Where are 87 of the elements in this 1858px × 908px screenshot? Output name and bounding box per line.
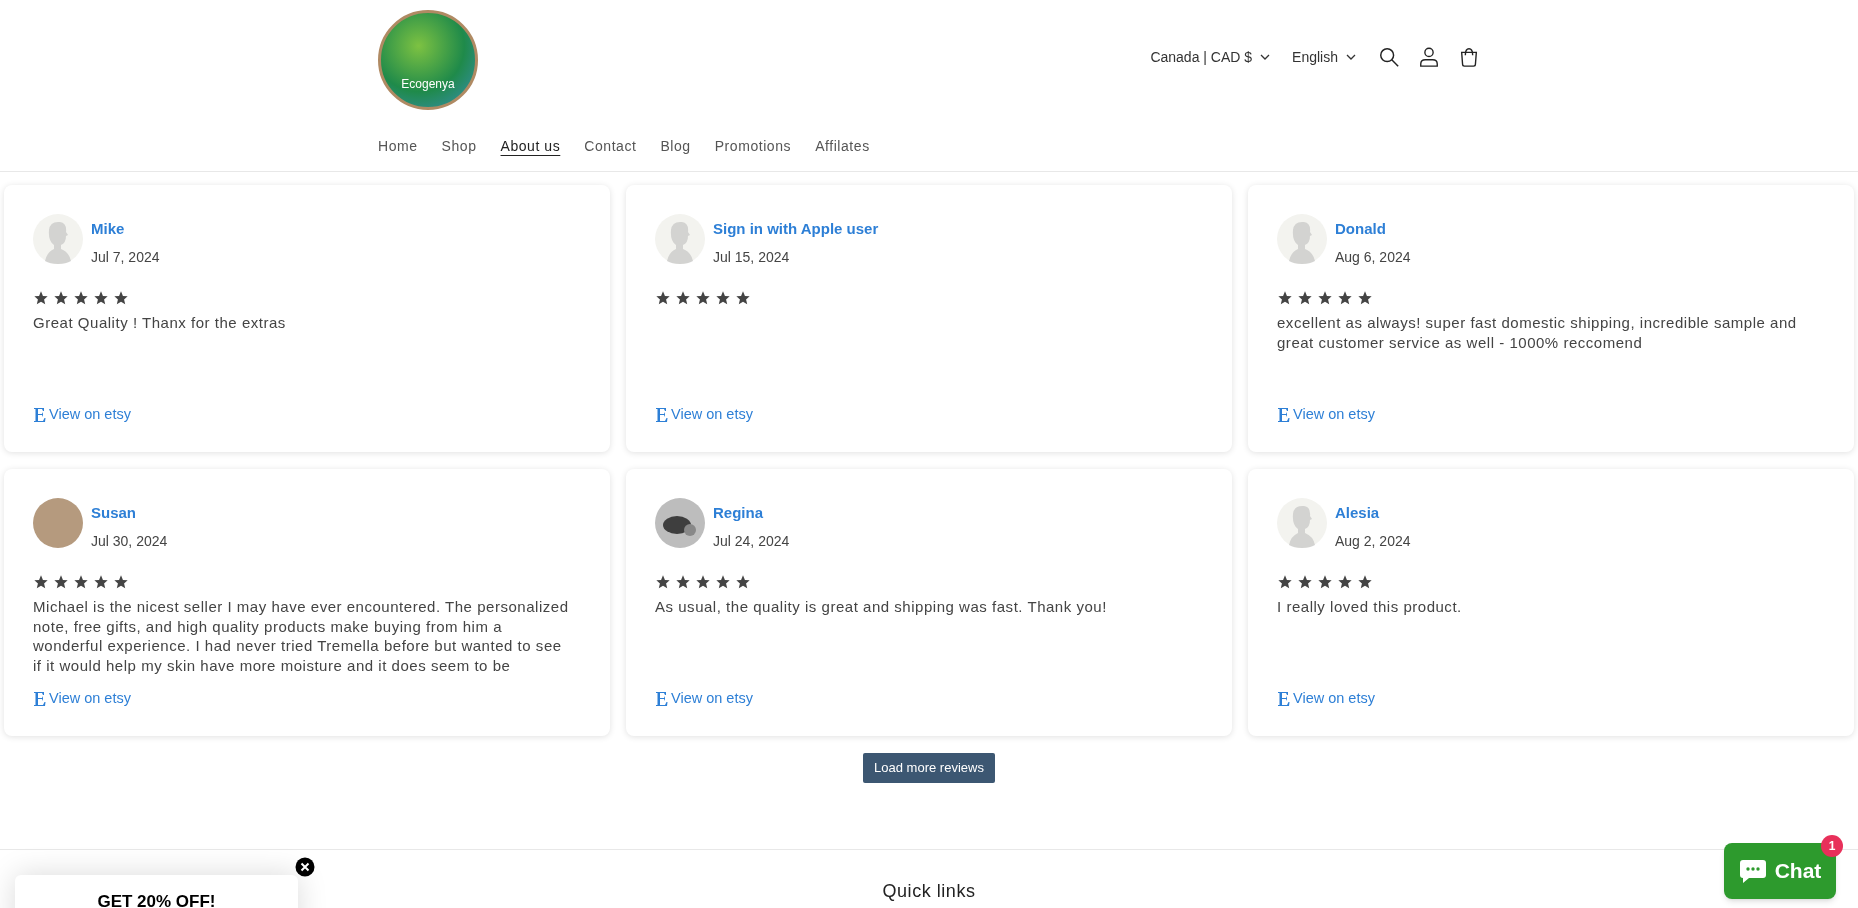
star-icon bbox=[715, 290, 731, 306]
reviewer-name: Alesia bbox=[1335, 503, 1381, 523]
review-date: Jul 30, 2024 bbox=[91, 532, 168, 551]
star-icon bbox=[53, 290, 69, 306]
etsy-link[interactable]: View on etsy bbox=[655, 688, 1203, 710]
star-icon bbox=[735, 290, 751, 306]
star-icon bbox=[695, 574, 711, 590]
etsy-e-icon bbox=[655, 691, 668, 708]
star-icon bbox=[1357, 574, 1373, 590]
star-icon bbox=[93, 574, 109, 590]
reviewer-name: Regina bbox=[713, 503, 764, 523]
review-text: excellent as always! super fast domestic shipping, incredible sample and great customer service as well - 1000% reccomend bbox=[1277, 313, 1798, 352]
etsy-e-icon bbox=[655, 407, 668, 424]
star-icon bbox=[675, 290, 691, 306]
nav-link[interactable]: Promotions bbox=[714, 136, 792, 157]
caret-icon bbox=[1346, 54, 1356, 60]
star-icon bbox=[655, 290, 671, 306]
star-icon bbox=[1337, 574, 1353, 590]
star-icon bbox=[655, 574, 671, 590]
review-date: Jul 15, 2024 bbox=[713, 248, 791, 267]
star-icon bbox=[715, 574, 731, 590]
reviewer-name: Donald bbox=[1335, 219, 1387, 239]
nav-link[interactable]: Blog bbox=[660, 136, 691, 157]
star-icon bbox=[33, 290, 49, 306]
review-date: Aug 2, 2024 bbox=[1335, 532, 1411, 551]
star-icon bbox=[93, 290, 109, 306]
etsy-link[interactable]: View on etsy bbox=[655, 404, 1203, 426]
nav-link[interactable]: Home bbox=[378, 136, 418, 157]
etsy-link[interactable]: View on etsy bbox=[1277, 404, 1825, 426]
avatar-silhouette-icon bbox=[1277, 214, 1327, 264]
load-more-button[interactable]: Load more reviews bbox=[863, 753, 995, 783]
star-icon bbox=[675, 574, 691, 590]
star-icon bbox=[695, 290, 711, 306]
etsy-link[interactable]: View on etsy bbox=[33, 404, 581, 426]
avatar-silhouette-icon bbox=[655, 214, 705, 264]
reviewer-name: Susan bbox=[91, 503, 137, 523]
footer-heading: Quick links bbox=[882, 879, 976, 903]
star-icon bbox=[1297, 574, 1313, 590]
close-icon[interactable] bbox=[295, 857, 315, 877]
locale-dropdown[interactable]: English bbox=[1292, 46, 1356, 68]
nav-link[interactable]: Shop bbox=[441, 136, 477, 157]
nav-link[interactable]: Affilates bbox=[815, 136, 870, 157]
star-icon bbox=[1317, 574, 1333, 590]
avatar-photo-placeholder bbox=[33, 498, 83, 548]
nav-link[interactable]: Contact bbox=[584, 136, 637, 157]
star-icon bbox=[73, 574, 89, 590]
avatar-silhouette-icon bbox=[33, 214, 83, 264]
etsy-e-icon bbox=[1277, 407, 1290, 424]
star-icon bbox=[33, 574, 49, 590]
star-icon bbox=[1277, 290, 1293, 306]
etsy-e-icon bbox=[33, 691, 46, 708]
caret-icon bbox=[1260, 54, 1271, 60]
review-date: Jul 24, 2024 bbox=[713, 532, 790, 551]
chat-bubble-icon bbox=[1738, 858, 1767, 884]
etsy-link[interactable]: View on etsy bbox=[1277, 688, 1825, 710]
notification-badge: 1 bbox=[1821, 835, 1843, 857]
avatar-icon bbox=[655, 498, 705, 548]
search-icon[interactable] bbox=[1378, 46, 1400, 68]
star-icon bbox=[1357, 290, 1373, 306]
nav-link[interactable]: About us bbox=[500, 136, 561, 157]
star-icon bbox=[73, 290, 89, 306]
reviewer-name: Sign in with Apple user bbox=[713, 219, 879, 239]
star-icon bbox=[1297, 290, 1313, 306]
avatar-silhouette-icon bbox=[1277, 498, 1327, 548]
review-text: As usual, the quality is great and shipping was fast. Thank you! bbox=[655, 597, 1108, 617]
logo-text: Ecogenya bbox=[401, 76, 455, 93]
etsy-e-icon bbox=[33, 407, 46, 424]
review-text: Great Quality ! Thanx for the extras bbox=[33, 313, 287, 333]
review-text: I really loved this product. bbox=[1277, 597, 1463, 617]
star-icon bbox=[113, 574, 129, 590]
etsy-e-icon bbox=[1277, 691, 1290, 708]
reviewer-name: Mike bbox=[91, 219, 126, 239]
star-icon bbox=[113, 290, 129, 306]
account-icon[interactable] bbox=[1418, 46, 1440, 68]
star-icon bbox=[53, 574, 69, 590]
star-icon bbox=[735, 574, 751, 590]
star-icon bbox=[1317, 290, 1333, 306]
popup-title: GET 20% OFF! bbox=[97, 891, 216, 908]
review-text: Michael is the nicest seller I may have ever encountered. The personalized note, free gifts, and high quality products make buying from him a wonderful experience. I had never tried Tremella before but wanted to see if it would help my skin have more moisture and it does seem to be bbox=[33, 597, 570, 675]
star-icon bbox=[1277, 574, 1293, 590]
star-icon bbox=[1337, 290, 1353, 306]
etsy-link[interactable]: View on etsy bbox=[33, 688, 581, 710]
review-date: Jul 7, 2024 bbox=[91, 248, 160, 267]
logo[interactable]: Ecogenya bbox=[378, 10, 478, 110]
review-date: Aug 6, 2024 bbox=[1335, 248, 1411, 267]
cart-icon[interactable] bbox=[1458, 46, 1480, 68]
locale-dropdown[interactable]: Canada | CAD $ bbox=[1150, 46, 1271, 68]
